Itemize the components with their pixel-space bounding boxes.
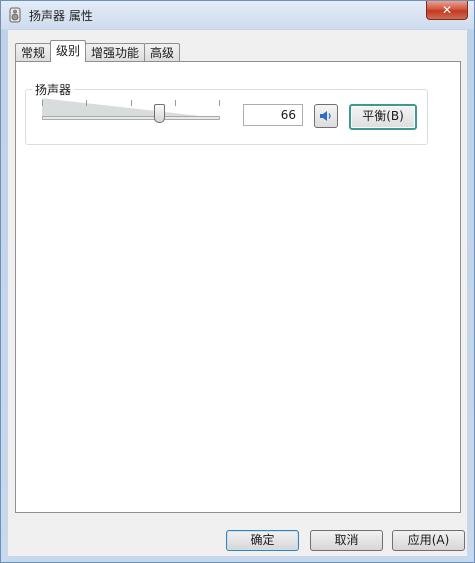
ok-button[interactable]: 确定 (226, 530, 299, 551)
apply-button[interactable]: 应用(A) (392, 530, 465, 551)
tab-advanced[interactable]: 高级 (144, 43, 181, 62)
volume-slider-tick (219, 100, 220, 106)
close-button[interactable]: ✕ (426, 1, 468, 20)
window-title: 扬声器 属性 (29, 9, 93, 23)
volume-slider-tick (42, 100, 43, 106)
balance-button[interactable]: 平衡(B) (349, 104, 417, 130)
tab-strip: 常规 级别 增强功能 高级 (15, 38, 181, 62)
dialog-client-area: 常规 级别 增强功能 高级 扬声器 66 平衡(B) 确定 取消 应用(A) (8, 30, 467, 556)
volume-slider-track[interactable] (42, 116, 220, 120)
speaker-volume-icon (320, 111, 331, 121)
cancel-button[interactable]: 取消 (310, 530, 383, 551)
volume-slider-tick (86, 100, 87, 106)
volume-slider-tick (175, 100, 176, 106)
tab-enhancements[interactable]: 增强功能 (85, 43, 146, 62)
speaker-group-label: 扬声器 (32, 81, 75, 98)
levels-panel: 扬声器 66 平衡(B) (15, 61, 461, 513)
title-bar[interactable]: 扬声器 属性 ✕ (1, 1, 474, 29)
properties-window: 扬声器 属性 ✕ 常规 级别 增强功能 高级 扬声器 66 平衡(B) 确定 取… (0, 0, 475, 563)
speaker-level-group: 扬声器 66 平衡(B) (25, 81, 428, 145)
volume-slider-thumb[interactable] (153, 104, 165, 123)
mute-button[interactable] (314, 104, 338, 128)
tab-levels[interactable]: 级别 (50, 40, 87, 62)
volume-value-field[interactable]: 66 (243, 104, 303, 126)
tab-general[interactable]: 常规 (15, 43, 52, 62)
close-icon: ✕ (441, 3, 453, 17)
volume-slider-tick (131, 100, 132, 106)
speaker-properties-icon (9, 7, 21, 23)
